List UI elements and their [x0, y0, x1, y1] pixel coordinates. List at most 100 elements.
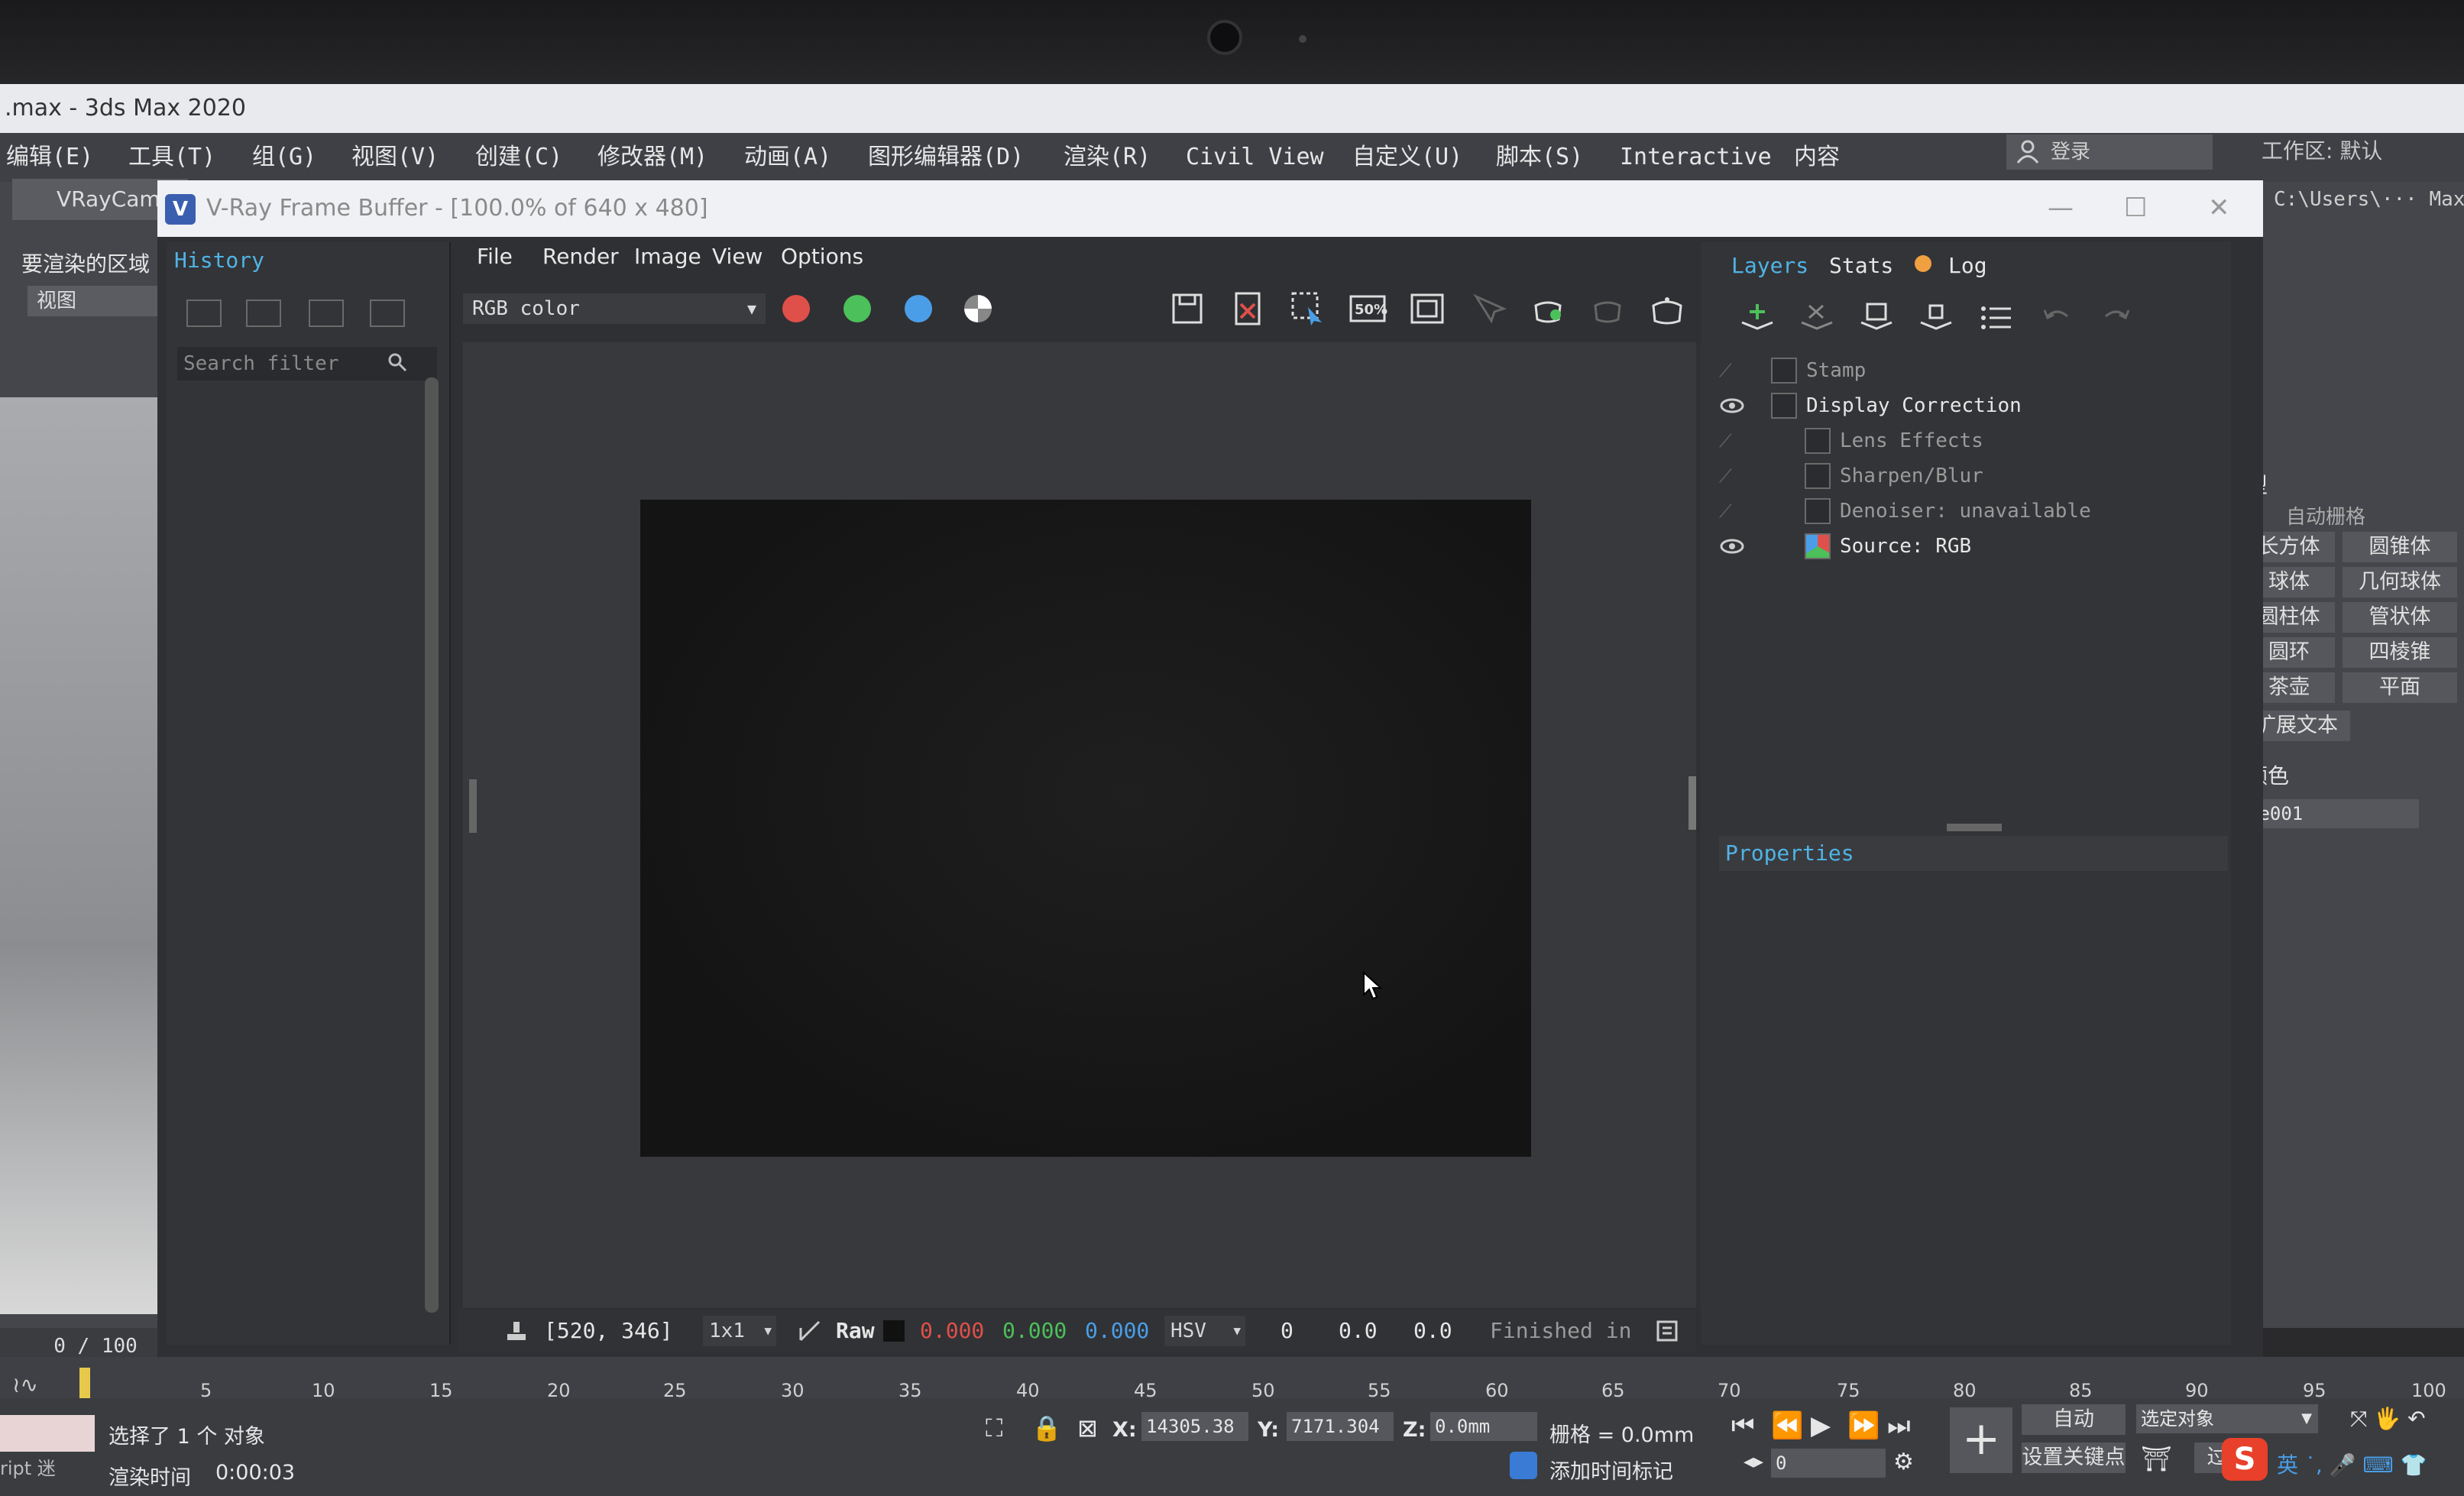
layer-display-correction[interactable]: Display Correction	[1719, 388, 2223, 423]
menu-modifiers[interactable]: 修改器(M)	[597, 133, 707, 182]
time-config-icon[interactable]: ⚙	[1893, 1449, 1914, 1475]
tab-log[interactable]: Log	[1948, 251, 1987, 281]
set-key-icon[interactable]: +	[1950, 1407, 2012, 1473]
ime-language-icon[interactable]: 英 ˙, 🎤 ⌨ 👕	[2277, 1449, 2427, 1479]
menu-tools[interactable]: 工具(T)	[128, 133, 215, 182]
interactive-render-icon[interactable]	[1588, 289, 1627, 329]
color-space-select[interactable]: HSV ▼	[1164, 1316, 1245, 1346]
undo-icon[interactable]	[2037, 300, 2077, 336]
menu-animation[interactable]: 动画(A)	[744, 133, 831, 182]
time-tag-icon[interactable]	[1510, 1452, 1537, 1479]
view-select[interactable]: 视图	[28, 286, 157, 316]
add-layer-icon[interactable]	[1737, 300, 1777, 336]
next-frame-icon[interactable]: ⏩	[1847, 1410, 1880, 1441]
layer-denoiser[interactable]: ⟋ Denoiser: unavailable	[1719, 494, 2223, 529]
region-select-icon[interactable]	[1288, 289, 1328, 329]
menu-content[interactable]: 内容	[1794, 133, 1840, 182]
layers-properties-splitter[interactable]	[1947, 824, 2002, 831]
tube-button[interactable]: 管状体	[2343, 602, 2457, 633]
start-render-icon[interactable]	[1647, 289, 1687, 329]
history-load-icon[interactable]	[309, 300, 344, 327]
key-mode-icon[interactable]: ◂▸	[1744, 1450, 1763, 1473]
layer-hidden-icon[interactable]: ⟋	[1719, 428, 1745, 454]
color-picker-icon[interactable]	[796, 1317, 824, 1345]
absolute-mode-icon[interactable]: ⊠	[1077, 1413, 1098, 1443]
region-render-icon[interactable]	[1407, 289, 1447, 329]
rendered-image[interactable]	[640, 500, 1531, 1157]
menu-group[interactable]: 组(G)	[252, 133, 316, 182]
layer-hidden-icon[interactable]: ⟋	[1719, 498, 1745, 524]
history-ab-compare-icon[interactable]	[246, 300, 281, 327]
history-tab[interactable]: History	[174, 248, 264, 273]
cone-button[interactable]: 圆锥体	[2343, 532, 2457, 562]
maxscript-listener[interactable]	[0, 1415, 95, 1452]
save-icon[interactable]	[1167, 289, 1207, 329]
channel-select[interactable]: RGB color ▼	[463, 293, 766, 324]
timeline-slider[interactable]	[0, 1357, 2464, 1398]
sogou-ime-icon[interactable]: S	[2222, 1438, 2268, 1481]
play-icon[interactable]: ▶	[1811, 1410, 1831, 1441]
track-mouse-icon[interactable]	[1468, 289, 1508, 329]
close-icon[interactable]: ✕	[2208, 193, 2230, 223]
left-panel-splitter[interactable]	[469, 779, 477, 833]
load-layers-icon[interactable]	[1916, 300, 1956, 336]
menu-graph-editors[interactable]: 图形编辑器(D)	[868, 133, 1024, 182]
layer-sharpen-blur[interactable]: ⟋ Sharpen/Blur	[1719, 458, 2223, 494]
zoom-50-icon[interactable]: 50%	[1348, 289, 1387, 329]
layer-lens-effects[interactable]: ⟋ Lens Effects	[1719, 423, 2223, 458]
plane-button[interactable]: 平面	[2343, 672, 2457, 703]
layer-hidden-icon[interactable]: ⟋	[1719, 463, 1745, 489]
maximize-icon[interactable]: ☐	[2124, 193, 2147, 223]
layer-source-rgb[interactable]: Source: RGB	[1719, 529, 2223, 564]
menu-image[interactable]: Image	[634, 240, 701, 274]
auto-grid-checkbox[interactable]: 自动栅格	[2286, 501, 2365, 529]
red-channel-button[interactable]	[782, 295, 810, 322]
menu-create[interactable]: 创建(C)	[475, 133, 562, 182]
add-time-tag-button[interactable]: 添加时间标记	[1549, 1455, 1673, 1485]
x-coordinate-field[interactable]: 14305.38	[1141, 1412, 1248, 1441]
zoom-select[interactable]: 1x1 ▼	[703, 1316, 776, 1346]
tab-layers[interactable]: Layers	[1731, 251, 1808, 281]
menu-customize[interactable]: 自定义(U)	[1352, 133, 1462, 182]
z-coordinate-field[interactable]: 0.0mm	[1430, 1412, 1537, 1441]
pixel-info-icon[interactable]	[504, 1319, 529, 1343]
layer-stamp[interactable]: ⟋ Stamp	[1719, 353, 2223, 388]
object-name-field[interactable]: ne001	[2243, 799, 2419, 828]
blue-channel-button[interactable]	[905, 295, 932, 322]
menu-edit[interactable]: 编辑(E)	[6, 133, 93, 182]
previous-frame-icon[interactable]: ⏪	[1771, 1410, 1803, 1441]
workspace-label[interactable]: 工作区: 默认	[2262, 136, 2382, 167]
menu-scripting[interactable]: 脚本(S)	[1496, 133, 1583, 182]
layer-hidden-icon[interactable]: ⟋	[1719, 358, 1745, 384]
lock-icon[interactable]: 🔒	[1031, 1413, 1062, 1443]
redo-icon[interactable]	[2097, 300, 2136, 336]
key-filters-icon[interactable]: ⛩	[2141, 1444, 2172, 1473]
selected-object-select[interactable]: 选定对象 ▼	[2136, 1404, 2318, 1433]
set-key-button[interactable]: 设置关键点	[2022, 1443, 2126, 1473]
go-to-end-icon[interactable]: ⏭	[1887, 1410, 1911, 1441]
menu-rendering[interactable]: 渲染(R)	[1064, 133, 1151, 182]
save-layers-icon[interactable]	[1857, 300, 1896, 336]
auto-key-button[interactable]: 自动	[2022, 1404, 2126, 1435]
history-save-icon[interactable]	[186, 300, 222, 327]
y-coordinate-field[interactable]: 7171.304	[1287, 1412, 1394, 1441]
viewport-nav-icons[interactable]: ⤧ 🖐 ↶	[2350, 1406, 2426, 1432]
menu-render[interactable]: Render	[542, 240, 619, 274]
pyramid-button[interactable]: 四棱锥	[2343, 637, 2457, 668]
tab-stats[interactable]: Stats	[1829, 251, 1893, 281]
maxscript-label[interactable]: ript 迷	[0, 1453, 56, 1480]
menu-options[interactable]: Options	[781, 240, 863, 274]
delete-layer-icon[interactable]	[1797, 300, 1837, 336]
menu-interactive[interactable]: Interactive	[1620, 133, 1772, 182]
green-channel-button[interactable]	[843, 295, 871, 322]
menu-view[interactable]: View	[712, 240, 763, 274]
clear-image-icon[interactable]	[1229, 289, 1268, 329]
isolate-selection-icon[interactable]: ⛶	[986, 1413, 1002, 1443]
raw-label[interactable]: Raw	[836, 1314, 875, 1348]
history-scrollbar[interactable]	[425, 377, 439, 1313]
log-toggle-icon[interactable]	[1655, 1319, 1679, 1343]
history-remove-icon[interactable]	[370, 300, 405, 327]
minimize-icon[interactable]: —	[2048, 193, 2074, 223]
alpha-channel-button[interactable]	[964, 295, 992, 322]
curve-editor-icon[interactable]: ≀∿	[12, 1372, 38, 1397]
